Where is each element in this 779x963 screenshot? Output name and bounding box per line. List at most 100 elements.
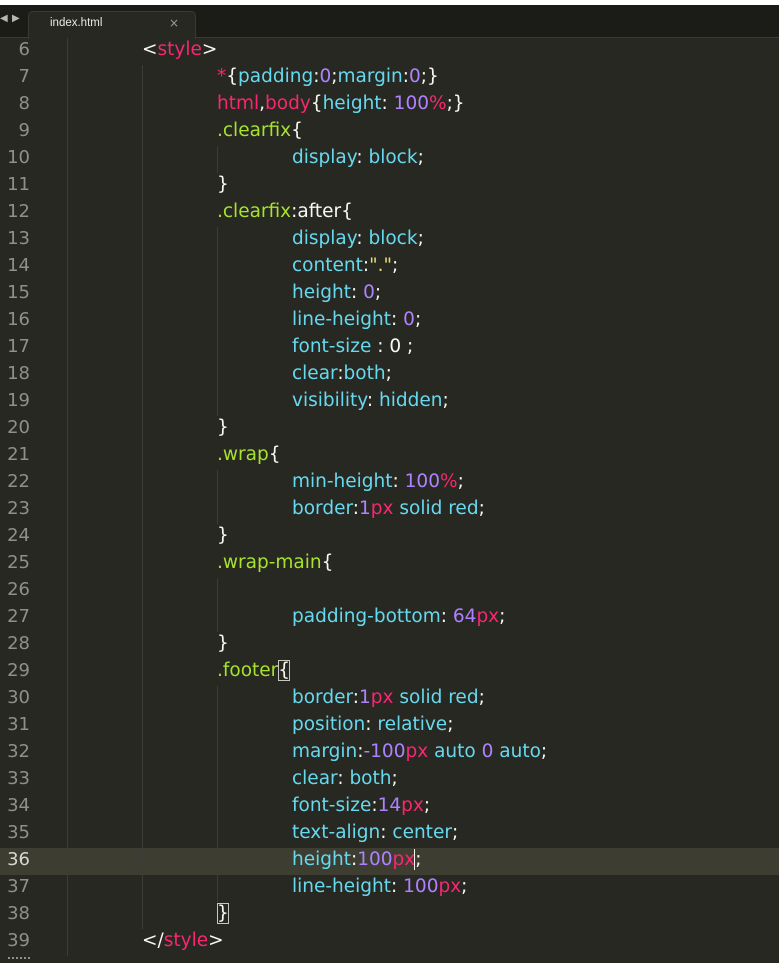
code-token: : <box>380 822 393 843</box>
code-token: red <box>448 687 479 708</box>
indent-guide <box>67 578 68 605</box>
code-token: : <box>365 714 378 735</box>
code-token: { <box>321 552 334 573</box>
code-line[interactable]: 24} <box>0 524 779 551</box>
code-token: ; <box>417 147 424 168</box>
code-line[interactable]: 14 content:"."; <box>0 254 779 281</box>
line-number: 6 <box>18 39 30 60</box>
arrow-right-icon[interactable]: ▶ <box>12 12 20 26</box>
code-line[interactable]: 19 visibility: hidden; <box>0 389 779 416</box>
code-token: content <box>292 255 363 276</box>
line-number: 18 <box>7 363 30 384</box>
code-text: .footer{ <box>217 657 291 684</box>
code-token: : <box>392 471 405 492</box>
tab-index-html[interactable]: index.html × <box>28 11 196 39</box>
code-line[interactable]: 28} <box>0 632 779 659</box>
code-line[interactable]: 37 line-height: 100px; <box>0 875 779 902</box>
code-token: ; <box>451 822 459 843</box>
indent-guide <box>217 713 218 740</box>
code-line[interactable]: 25 .wrap-main{ <box>0 551 779 578</box>
code-line[interactable]: 16 line-height: 0; <box>0 308 779 335</box>
code-token: : <box>337 768 350 789</box>
code-token: padding <box>238 66 314 87</box>
code-text: .clearfix:after{ <box>217 198 353 225</box>
code-line[interactable]: 26 <box>0 578 779 605</box>
code-line[interactable]: 9 .clearfix{ <box>0 119 779 146</box>
indent-guide <box>67 173 68 200</box>
code-token: min-height <box>292 471 393 492</box>
line-number: 31 <box>7 714 30 735</box>
code-line[interactable]: 21 .wrap{ <box>0 443 779 470</box>
code-token: : <box>366 390 380 411</box>
code-token: ; <box>391 768 398 789</box>
code-token: { <box>310 93 323 114</box>
indent-guide <box>67 848 68 875</box>
code-token: ; <box>423 795 431 816</box>
code-token: ; <box>391 255 399 276</box>
code-token: height <box>322 93 382 114</box>
code-token: html <box>217 93 260 114</box>
line-number: 12 <box>7 201 30 222</box>
code-line[interactable]: 36 height:100px; <box>0 848 779 875</box>
indent-guide <box>67 497 68 524</box>
code-line[interactable]: 33 clear: both; <box>0 767 779 794</box>
code-text: content:"."; <box>292 252 398 279</box>
code-token: ;} <box>446 93 465 114</box>
code-line[interactable]: 35 text-align: center; <box>0 821 779 848</box>
code-token: 100 <box>403 876 439 897</box>
indent-guide <box>67 389 68 416</box>
indent-guide <box>142 119 143 146</box>
code-text: text-align: center; <box>292 819 458 846</box>
code-token: % <box>428 93 447 114</box>
code-line[interactable]: 39 </style> <box>0 929 779 956</box>
code-line[interactable]: 12 .clearfix:after{ <box>0 200 779 227</box>
code-token: -100 <box>363 741 406 762</box>
code-token: border <box>292 687 353 708</box>
close-icon[interactable]: × <box>169 16 179 30</box>
code-token: 100 <box>404 471 440 492</box>
code-token: ; <box>442 390 449 411</box>
code-text: html,body{height: 100%;} <box>217 90 465 117</box>
code-line[interactable]: 17 font-size : 0 ; <box>0 335 779 362</box>
indent-guide <box>217 281 218 308</box>
code-line[interactable]: 11} <box>0 173 779 200</box>
code-line[interactable]: 27 padding-bottom: 64px; <box>0 605 779 632</box>
code-text: visibility: hidden; <box>292 387 449 414</box>
code-text: padding-bottom: 64px; <box>292 603 505 630</box>
indent-guide <box>142 92 143 119</box>
line-number: 37 <box>7 876 30 897</box>
code-text: } <box>217 414 229 441</box>
indent-guide <box>67 308 68 335</box>
line-number: 39 <box>7 930 30 951</box>
code-line[interactable]: 32 margin:-100px auto 0 auto; <box>0 740 779 767</box>
code-token: font-size <box>292 795 372 816</box>
indent-guide <box>67 740 68 767</box>
code-editor[interactable]: 6 <style> 7 *{padding:0;margin:0;} 8 html,bod… <box>0 38 779 961</box>
code-line[interactable]: 31 position: relative; <box>0 713 779 740</box>
code-text: </style> <box>142 927 224 954</box>
code-line[interactable]: 13 display: block; <box>0 227 779 254</box>
code-token: ; <box>414 309 422 330</box>
code-token: body <box>265 93 311 114</box>
code-line[interactable]: 15 height: 0; <box>0 281 779 308</box>
line-number: 34 <box>7 795 30 816</box>
code-line[interactable]: 22 min-height: 100%; <box>0 470 779 497</box>
code-text: clear: both; <box>292 765 398 792</box>
code-line[interactable]: 10 display: block; <box>0 146 779 173</box>
code-token: : <box>440 606 453 627</box>
code-line[interactable]: 20} <box>0 416 779 443</box>
code-line[interactable]: 8 html,body{height: 100%;} <box>0 92 779 119</box>
code-token: } <box>217 417 229 438</box>
code-line[interactable]: 6 <style> <box>0 38 779 65</box>
code-line[interactable]: 7 *{padding:0;margin:0;} <box>0 65 779 92</box>
code-line[interactable]: 34 font-size:14px; <box>0 794 779 821</box>
code-token: ; <box>374 282 382 303</box>
code-line[interactable]: 30 border:1px solid red; <box>0 686 779 713</box>
code-token: margin <box>337 66 403 87</box>
code-line[interactable]: 23 border:1px solid red; <box>0 497 779 524</box>
arrow-left-icon[interactable]: ◀ <box>0 12 8 26</box>
code-line[interactable]: 29 .footer{ <box>0 659 779 686</box>
code-line[interactable]: 18 clear:both; <box>0 362 779 389</box>
code-token: block <box>368 228 418 249</box>
code-line[interactable]: 38} <box>0 902 779 929</box>
